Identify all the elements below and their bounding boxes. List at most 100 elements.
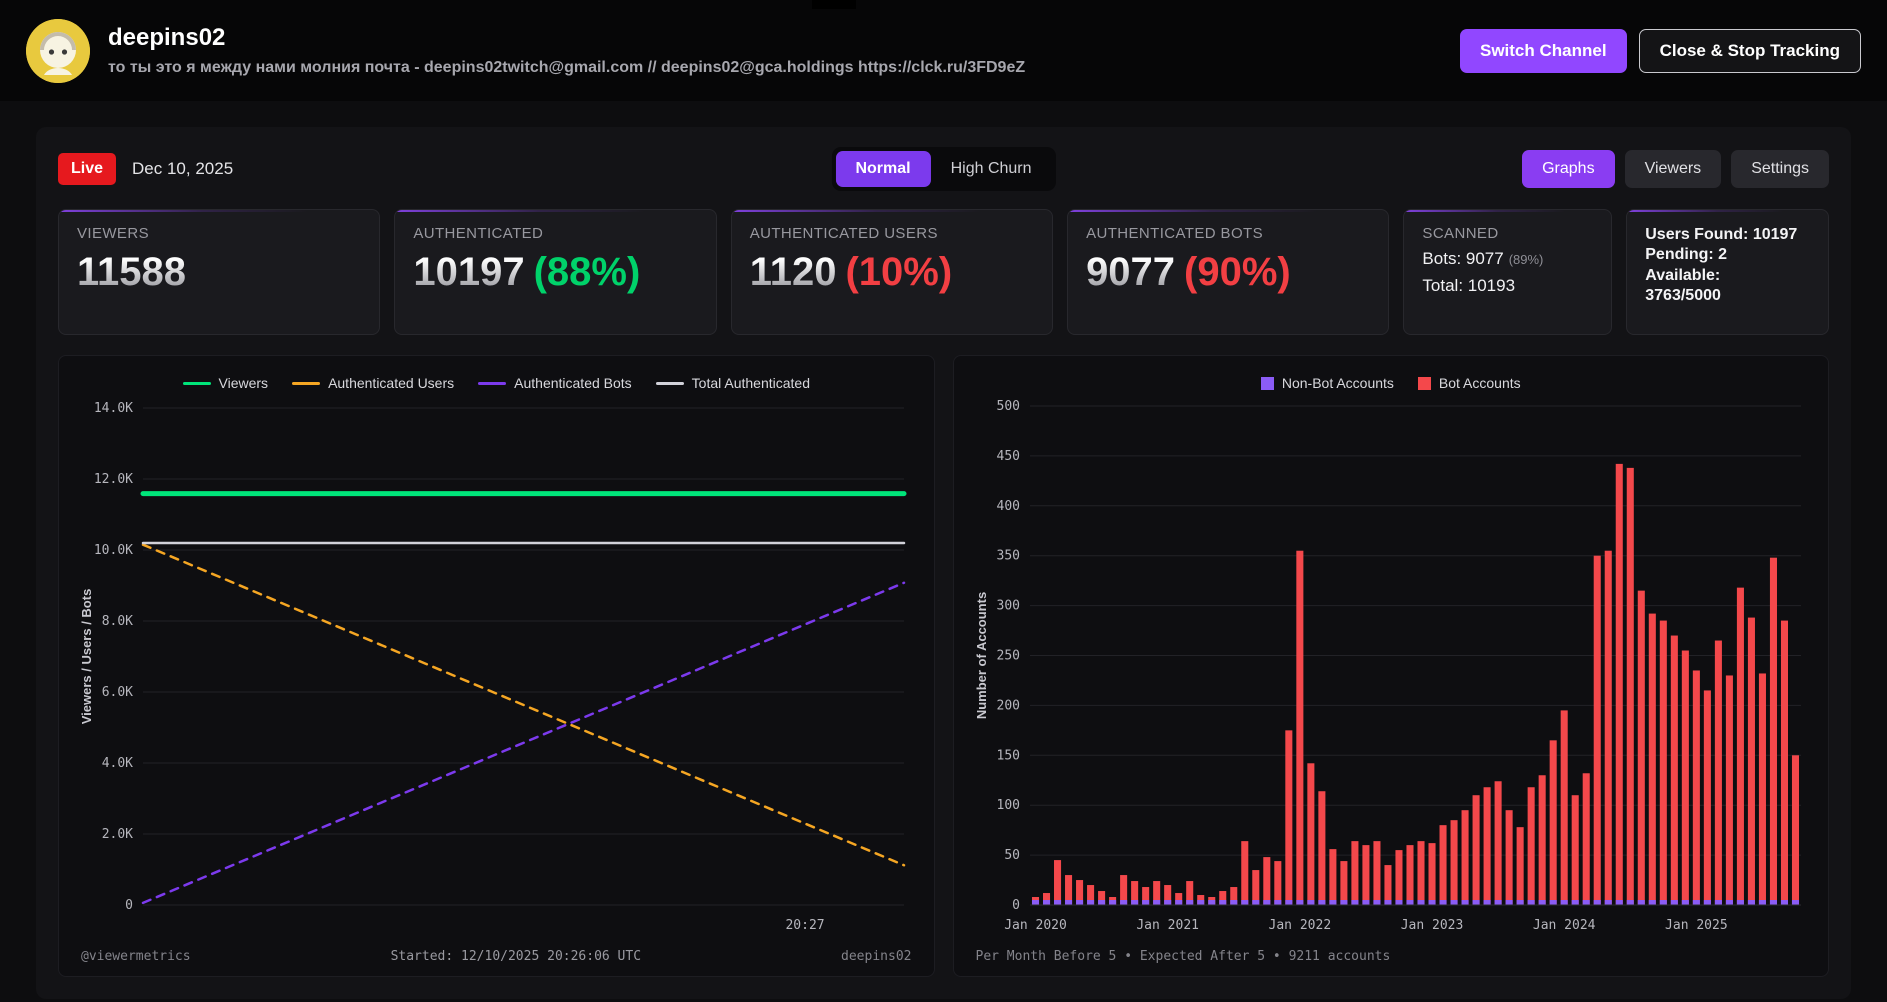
viewers-card: VIEWERS 11588 <box>58 209 381 335</box>
svg-text:Jan 2024: Jan 2024 <box>1532 918 1595 933</box>
svg-text:150: 150 <box>996 748 1019 763</box>
line-chart-legend: Viewers Authenticated Users Authenticated … <box>75 370 918 396</box>
svg-text:400: 400 <box>996 499 1019 514</box>
mode-high-churn-button[interactable]: High Churn <box>931 151 1052 187</box>
svg-text:250: 250 <box>996 649 1019 664</box>
switch-channel-button[interactable]: Switch Channel <box>1459 28 1627 73</box>
authenticated-users-card-percent: (10%) <box>845 250 953 294</box>
legend-swatch-authenticated-users <box>292 381 321 385</box>
scanned-total-line: Total: 10193 <box>1422 276 1516 295</box>
tab-graphs[interactable]: Graphs <box>1522 150 1615 188</box>
svg-text:450: 450 <box>996 449 1019 464</box>
svg-text:4.0K: 4.0K <box>102 756 133 771</box>
authenticated-users-card: AUTHENTICATED USERS 1120 (10%) <box>730 209 1054 335</box>
line-chart-area[interactable]: 0 2.0K 4.0K 6.0K 8.0K 10.0K 12.0K 14.0K 20:27 Vie… <box>75 396 918 939</box>
bar-chart-area[interactable]: 0 50 100 150 200 250 300 350 400 450 500 Jan 2020 Ja… <box>970 396 1813 939</box>
legend-label: Non-Bot Accounts <box>1281 375 1394 391</box>
line-chart-footer: @viewermetrics Started: 12/10/2025 20:26… <box>75 939 918 968</box>
legend-swatch-non-bot-accounts <box>1260 376 1274 390</box>
tab-settings[interactable]: Settings <box>1731 150 1829 188</box>
line-chart-svg[interactable]: 0 2.0K 4.0K 6.0K 8.0K 10.0K 12.0K 14.0K 20:27 Vie… <box>75 396 918 939</box>
viewer-metrics-line-chart-panel: Viewers Authenticated Users Authenticated … <box>58 355 935 977</box>
live-status-badge: Live <box>58 153 117 185</box>
viewers-card-label: VIEWERS <box>77 225 149 242</box>
legend-label: Viewers <box>218 375 269 391</box>
svg-text:300: 300 <box>996 599 1019 614</box>
authenticated-users-card-label: AUTHENTICATED USERS <box>749 225 938 242</box>
authenticated-bots-card-percent: (90%) <box>1184 250 1291 294</box>
header-actions: Switch Channel Close & Stop Tracking <box>1459 28 1861 73</box>
svg-text:20:27: 20:27 <box>785 918 824 933</box>
svg-text:Jan 2021: Jan 2021 <box>1136 918 1199 933</box>
legend-item-viewers[interactable]: Viewers <box>182 375 269 391</box>
svg-text:8.0K: 8.0K <box>102 614 133 629</box>
svg-text:Number of Accounts: Number of Accounts <box>974 592 989 719</box>
legend-item-authenticated-bots[interactable]: Authenticated Bots <box>478 375 632 391</box>
svg-text:10.0K: 10.0K <box>94 543 133 558</box>
legend-swatch-total-authenticated <box>655 381 684 385</box>
summary-card: Users Found: 10197 Pending: 2 Available:… <box>1626 209 1829 335</box>
svg-text:Jan 2023: Jan 2023 <box>1400 918 1463 933</box>
svg-text:2.0K: 2.0K <box>102 827 133 842</box>
bar-chart-legend: Non-Bot Accounts Bot Accounts <box>970 370 1813 396</box>
legend-item-bot-accounts[interactable]: Bot Accounts <box>1417 375 1521 391</box>
channel-footer-label: deepins02 <box>841 949 912 964</box>
authenticated-card-percent: (88%) <box>533 250 641 294</box>
channel-name: deepins02 <box>108 24 226 51</box>
dashboard-panel: Live Dec 10, 2025 Normal High Churn Grap… <box>36 127 1851 999</box>
authenticated-card-value: 10197 <box>413 250 525 294</box>
dashboard-toolbar: Live Dec 10, 2025 Normal High Churn Grap… <box>58 145 1829 193</box>
legend-label: Authenticated Users <box>328 375 455 391</box>
svg-text:200: 200 <box>996 698 1019 713</box>
available-value-line: 3763/5000 <box>1645 287 1721 305</box>
svg-text:100: 100 <box>996 798 1019 813</box>
channel-header: deepins02 то ты это я между нами молния … <box>0 0 1887 101</box>
bar-chart-summary: Per Month Before 5 • Expected After 5 • … <box>975 949 1391 964</box>
bar-chart-footer: Per Month Before 5 • Expected After 5 • … <box>970 939 1813 968</box>
watermark-text: @viewermetrics <box>81 949 191 964</box>
charts-row: Viewers Authenticated Users Authenticated … <box>58 355 1829 977</box>
legend-swatch-authenticated-bots <box>478 381 507 385</box>
toolbar-status: Live Dec 10, 2025 <box>58 153 233 185</box>
authenticated-users-card-value: 1120 <box>749 250 837 294</box>
channel-avatar <box>26 18 90 83</box>
scanned-bots-percent: (89%) <box>1508 252 1544 267</box>
tab-viewers[interactable]: Viewers <box>1624 150 1722 188</box>
mode-normal-button[interactable]: Normal <box>835 151 931 187</box>
viewers-card-value: 11588 <box>77 250 187 294</box>
channel-info: deepins02 то ты это я между нами молния … <box>108 24 1442 77</box>
svg-text:12.0K: 12.0K <box>94 472 133 487</box>
authenticated-bots-card-label: AUTHENTICATED BOTS <box>1086 225 1263 242</box>
authenticated-bots-card-value: 9077 <box>1086 250 1176 294</box>
authenticated-card: AUTHENTICATED 10197 (88%) <box>394 209 717 335</box>
avatar-face-icon <box>26 18 90 83</box>
svg-text:Jan 2020: Jan 2020 <box>1004 918 1067 933</box>
pending-line: Pending: 2 <box>1645 246 1728 264</box>
svg-text:Jan 2025: Jan 2025 <box>1665 918 1728 933</box>
legend-label: Bot Accounts <box>1438 375 1521 391</box>
svg-text:Jan 2022: Jan 2022 <box>1268 918 1331 933</box>
legend-label: Total Authenticated <box>691 375 810 391</box>
mode-toggle: Normal High Churn <box>831 147 1056 191</box>
svg-text:0: 0 <box>1012 898 1020 913</box>
users-found-line: Users Found: 10197 <box>1645 226 1798 243</box>
svg-text:50: 50 <box>1004 848 1020 863</box>
legend-item-total-authenticated[interactable]: Total Authenticated <box>655 375 810 391</box>
available-label-line: Available: <box>1645 266 1721 284</box>
authenticated-card-label: AUTHENTICATED <box>413 225 544 242</box>
svg-text:Viewers / Users / Bots: Viewers / Users / Bots <box>79 589 94 725</box>
svg-text:0: 0 <box>125 898 133 913</box>
bar-chart-svg[interactable]: 0 50 100 150 200 250 300 350 400 450 500 Jan 2020 Ja… <box>970 396 1813 939</box>
svg-text:6.0K: 6.0K <box>102 685 133 700</box>
close-stop-tracking-button[interactable]: Close & Stop Tracking <box>1638 28 1861 73</box>
svg-text:350: 350 <box>996 549 1019 564</box>
legend-item-non-bot-accounts[interactable]: Non-Bot Accounts <box>1260 375 1394 391</box>
top-notch <box>812 0 856 9</box>
svg-text:14.0K: 14.0K <box>94 401 133 416</box>
svg-text:500: 500 <box>996 399 1019 414</box>
scanned-card: SCANNED Bots: 9077 (89%) Total: 10193 <box>1403 209 1613 335</box>
legend-swatch-bot-accounts <box>1417 376 1431 390</box>
authenticated-bots-card: AUTHENTICATED BOTS 9077 (90%) <box>1067 209 1390 335</box>
view-tabs: Graphs Viewers Settings <box>1522 150 1829 188</box>
legend-item-authenticated-users[interactable]: Authenticated Users <box>292 375 454 391</box>
